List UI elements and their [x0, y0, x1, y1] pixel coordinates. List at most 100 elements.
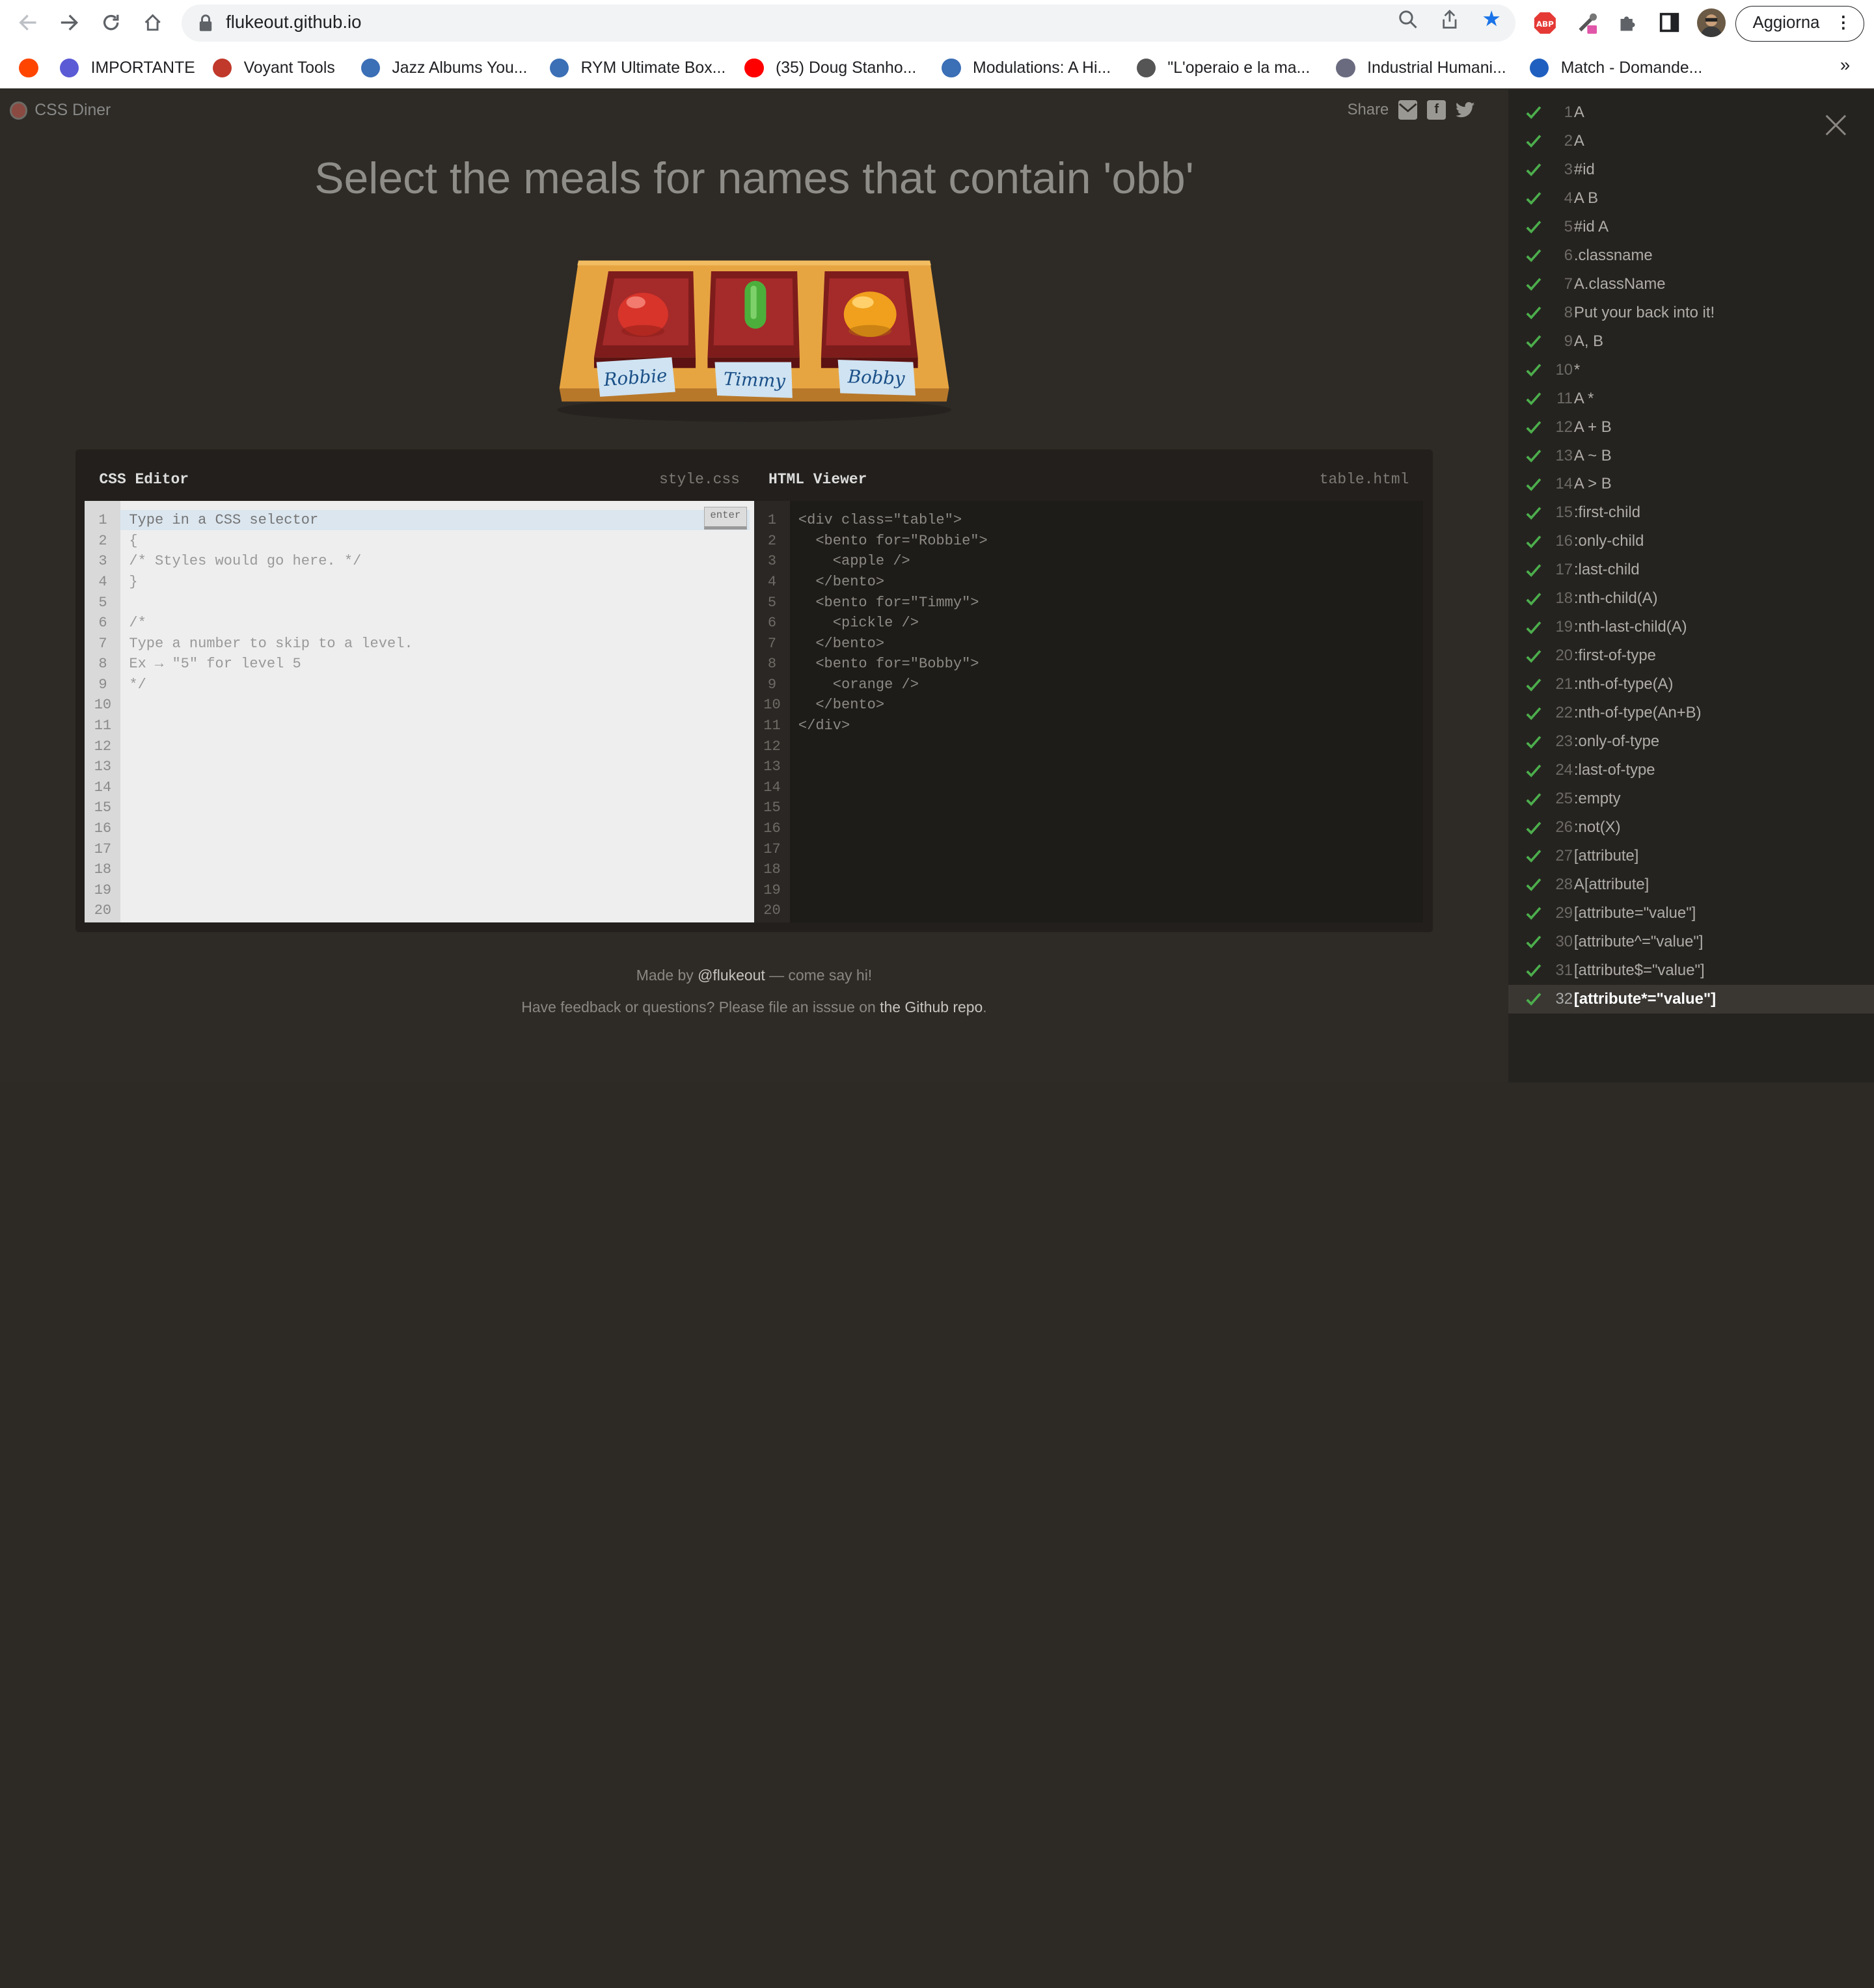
checkmark-icon	[1526, 278, 1541, 291]
level-item[interactable]: 21:nth-of-type(A)	[1508, 670, 1874, 699]
level-item[interactable]: 32 [attribute*="value"]	[1508, 985, 1874, 1014]
level-item[interactable]: 26:not(X)	[1508, 813, 1874, 842]
level-item[interactable]: 25:empty	[1508, 785, 1874, 813]
line-number: 3	[98, 553, 107, 570]
level-item[interactable]: 6 .classname	[1508, 241, 1874, 270]
github-repo-link[interactable]: the Github repo	[880, 999, 983, 1015]
bookmark-item[interactable]: Voyant Tools	[212, 55, 335, 81]
level-name: A ~ B	[1573, 446, 1612, 464]
bookmark-item[interactable]: (35) Doug Stanho...	[744, 55, 916, 81]
facebook-icon[interactable]: f	[1427, 100, 1446, 120]
level-item[interactable]: 24:last-of-type	[1508, 756, 1874, 785]
level-item[interactable]: 8 Put your back into it!	[1508, 299, 1874, 327]
address-bar[interactable]: flukeout.github.io	[182, 5, 1515, 42]
more-bookmarks-button[interactable]: »	[1840, 55, 1850, 75]
bookmark-item[interactable]: Industrial Humani...	[1336, 55, 1506, 81]
level-item[interactable]: 11 A *	[1508, 384, 1874, 412]
html-line-numbers: 1 2 3 4 5 6 7 8 9 10 11 12 13 14 15 16 17 18 19 20	[754, 500, 791, 922]
level-item[interactable]: 22:nth-of-type(An+B)	[1508, 699, 1874, 727]
eyedropper-extension-icon[interactable]	[1574, 10, 1600, 36]
level-number: 29	[1555, 904, 1573, 922]
level-item[interactable]: 5 #id A	[1508, 213, 1874, 241]
profile-avatar[interactable]	[1697, 8, 1726, 37]
level-number: 3	[1564, 160, 1573, 178]
bookmark-star-icon[interactable]: ★	[1480, 7, 1504, 31]
apple-food[interactable]	[618, 292, 668, 337]
level-name: :not(X)	[1573, 818, 1621, 837]
level-name: *	[1573, 360, 1581, 379]
level-number: 19	[1555, 618, 1573, 636]
bookmarks-bar: IMPORTANTE Voyant Tools Jazz Albums You...…	[0, 47, 1874, 88]
adblock-icon[interactable]: ABP	[1532, 10, 1558, 36]
level-item[interactable]: 20:first-of-type	[1508, 641, 1874, 670]
home-icon[interactable]	[137, 7, 169, 38]
bookmark-label: "L'operaio e la ma...	[1167, 59, 1310, 77]
dining-table: Robbie Timmy Bobby	[556, 257, 951, 424]
line-number: 11	[763, 718, 781, 734]
share-page-icon[interactable]	[1438, 7, 1462, 31]
bookmark-item[interactable]: "L'operaio e la ma...	[1136, 55, 1310, 81]
back-arrow-icon[interactable]	[12, 7, 43, 38]
bookmark-item[interactable]: Jazz Albums You...	[360, 55, 527, 81]
level-item[interactable]: 12 A + B	[1508, 412, 1874, 441]
update-label: Aggiorna	[1752, 14, 1820, 33]
bookmark-item[interactable]: RYM Ultimate Box...	[549, 55, 726, 81]
line-number: 12	[763, 738, 781, 755]
line-number: 1	[767, 512, 777, 529]
level-item[interactable]: 31 [attribute$="value"]	[1508, 956, 1874, 985]
side-panel-icon[interactable]	[1657, 10, 1683, 36]
site-logo[interactable]: CSS Diner	[9, 101, 111, 120]
level-item[interactable]: 28 A[attribute]	[1508, 870, 1874, 899]
twitter-icon[interactable]	[1456, 100, 1475, 119]
enter-button[interactable]: enter	[703, 506, 747, 530]
level-item[interactable]: 16:only-child	[1508, 527, 1874, 556]
css-code: {/* Styles would go here. */} /* Type a nu…	[129, 510, 413, 695]
forward-arrow-icon[interactable]	[54, 7, 85, 38]
level-item[interactable]: 10 *	[1508, 356, 1874, 384]
level-item[interactable]: 23:only-of-type	[1508, 727, 1874, 756]
checkmark-icon	[1526, 878, 1541, 892]
level-item[interactable]: 29 [attribute="value"]	[1508, 899, 1874, 928]
level-item[interactable]: 17:last-child	[1508, 556, 1874, 584]
line-number: 8	[767, 656, 777, 673]
update-button[interactable]: Aggiorna ⋮	[1735, 6, 1865, 42]
level-item[interactable]: 3 #id	[1508, 155, 1874, 184]
level-item[interactable]: 15:first-child	[1508, 498, 1874, 527]
css-line-numbers: 1 2 3 4 5 6 7 8 9 10 11 12 13 14 15 16 17 18 19 20	[85, 500, 121, 922]
zoom-icon[interactable]	[1396, 7, 1420, 31]
bookmark-item[interactable]: Match - Domande...	[1529, 55, 1702, 81]
pickle-food[interactable]	[744, 280, 767, 329]
level-item[interactable]: 4A B	[1508, 184, 1874, 213]
line-number: 8	[98, 656, 107, 673]
name-tag-bobby: Bobby	[837, 359, 916, 396]
bookmark-item[interactable]: Modulations: A Hi...	[942, 55, 1111, 81]
level-item[interactable]: 27 [attribute]	[1508, 842, 1874, 870]
level-item[interactable]: 9 A, B	[1508, 327, 1874, 356]
svg-text:ABP: ABP	[1536, 19, 1554, 28]
level-item[interactable]: 14 A > B	[1508, 470, 1874, 498]
code-line: </bento>	[798, 697, 885, 714]
level-item[interactable]: 30 [attribute^="value"]	[1508, 928, 1874, 956]
extensions-puzzle-icon[interactable]	[1614, 10, 1640, 36]
level-item[interactable]: 18:nth-child(A)	[1508, 584, 1874, 613]
credit-prefix: Made by	[636, 966, 698, 984]
level-item[interactable]: 1A	[1508, 98, 1874, 127]
reload-icon[interactable]	[96, 7, 127, 38]
email-icon[interactable]	[1398, 100, 1418, 120]
orange-food[interactable]	[843, 291, 897, 337]
logo-icon	[9, 101, 28, 120]
bookmark-label: Voyant Tools	[243, 59, 335, 77]
checkmark-icon	[1526, 135, 1541, 148]
level-item[interactable]: 13 A ~ B	[1508, 441, 1874, 470]
level-name: :empty	[1573, 790, 1621, 808]
level-item[interactable]: 7 A.className	[1508, 270, 1874, 299]
bookmark-item[interactable]	[19, 55, 50, 81]
level-number: 6	[1564, 246, 1573, 264]
bookmark-item[interactable]: IMPORTANTE	[59, 55, 195, 81]
level-item[interactable]: 2A	[1508, 127, 1874, 155]
tag-label-bobby: Bobby	[847, 366, 905, 389]
level-item[interactable]: 19:nth-last-child(A)	[1508, 613, 1874, 641]
level-number: 12	[1555, 418, 1573, 436]
level-number: 31	[1555, 961, 1573, 980]
flukeout-link[interactable]: @flukeout	[698, 967, 765, 984]
